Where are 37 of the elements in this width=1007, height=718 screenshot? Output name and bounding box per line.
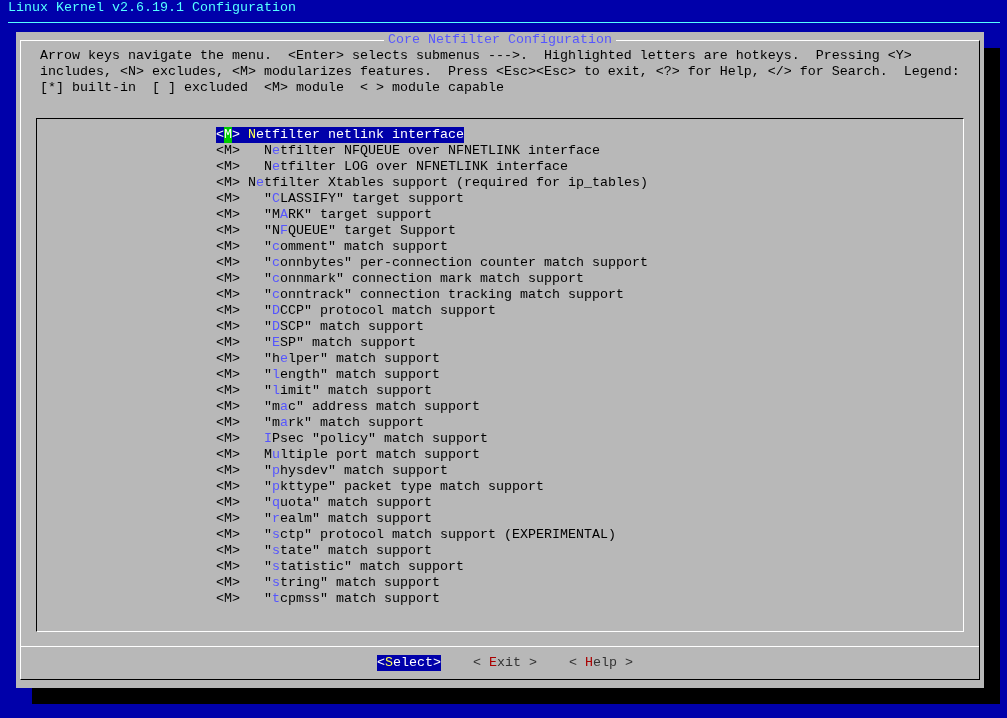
menu-item[interactable]: <M> "comment" match support xyxy=(216,239,448,255)
menu-item[interactable]: <M> "connmark" connection mark match support xyxy=(216,271,584,287)
menu-item[interactable]: <M> "DSCP" match support xyxy=(216,319,424,335)
menu-item[interactable]: <M> "MARK" target support xyxy=(216,207,432,223)
menu-item[interactable]: <M> "conntrack" connection tracking match support xyxy=(216,287,624,303)
menu-item[interactable]: <M> "limit" match support xyxy=(216,383,432,399)
menu-item[interactable]: <M> "realm" match support xyxy=(216,511,432,527)
menu-item[interactable]: <M> "statistic" match support xyxy=(216,559,464,575)
menu-item[interactable]: <M> "mark" match support xyxy=(216,415,424,431)
menu-item[interactable]: <M> "pkttype" packet type match support xyxy=(216,479,544,495)
menu-item[interactable]: <M> "string" match support xyxy=(216,575,440,591)
menu-item[interactable]: <M> "physdev" match support xyxy=(216,463,448,479)
window-title: Linux Kernel v2.6.19.1 Configuration xyxy=(7,0,297,16)
menu-item[interactable]: <M> "tcpmss" match support xyxy=(216,591,440,607)
menu-item[interactable]: <M> "connbytes" per-connection counter match support xyxy=(216,255,648,271)
menu-item[interactable]: <M> "length" match support xyxy=(216,367,440,383)
menu-item[interactable]: <M> Netfilter NFQUEUE over NFNETLINK interface xyxy=(216,143,600,159)
menu-item[interactable]: <M> Netfilter LOG over NFNETLINK interface xyxy=(216,159,568,175)
menu-item[interactable]: <M> "NFQUEUE" target Support xyxy=(216,223,456,239)
menu-item[interactable]: <M> "DCCP" protocol match support xyxy=(216,303,496,319)
dialog-button[interactable]: < Exit > xyxy=(473,655,537,671)
dialog-title: Core Netfilter Configuration xyxy=(384,32,616,47)
help-text: [*] built-in [ ] excluded <M> module < > module capable xyxy=(40,80,505,96)
help-text: includes, <N> excludes, <M> modularizes features. Press <Esc><Esc> to exit, <?> for Help, </> for Search. Legend: xyxy=(40,64,961,80)
menu-item[interactable]: <M> "ESP" match support xyxy=(216,335,416,351)
menu-item[interactable]: <M> "sctp" protocol match support (EXPERIMENTAL) xyxy=(216,527,616,543)
menu-item[interactable]: <M> Multiple port match support xyxy=(216,447,480,463)
menu-item[interactable]: <M> "CLASSIFY" target support xyxy=(216,191,464,207)
dialog-button[interactable]: <Select> xyxy=(377,655,441,671)
menu-item[interactable]: <M> Netfilter Xtables support (required for ip_tables) xyxy=(216,175,648,191)
menu-item[interactable]: <M> "helper" match support xyxy=(216,351,440,367)
menu-item[interactable]: <M> IPsec "policy" match support xyxy=(216,431,488,447)
menu-item[interactable]: <M> "state" match support xyxy=(216,543,432,559)
menu-item[interactable]: <M> "quota" match support xyxy=(216,495,432,511)
dialog-button[interactable]: < Help > xyxy=(569,655,633,671)
menu-item[interactable]: <M> "mac" address match support xyxy=(216,399,480,415)
help-text: Arrow keys navigate the menu. <Enter> selects submenus --->. Highlighted letters are hotkeys. Pressing <Y> xyxy=(40,48,913,64)
